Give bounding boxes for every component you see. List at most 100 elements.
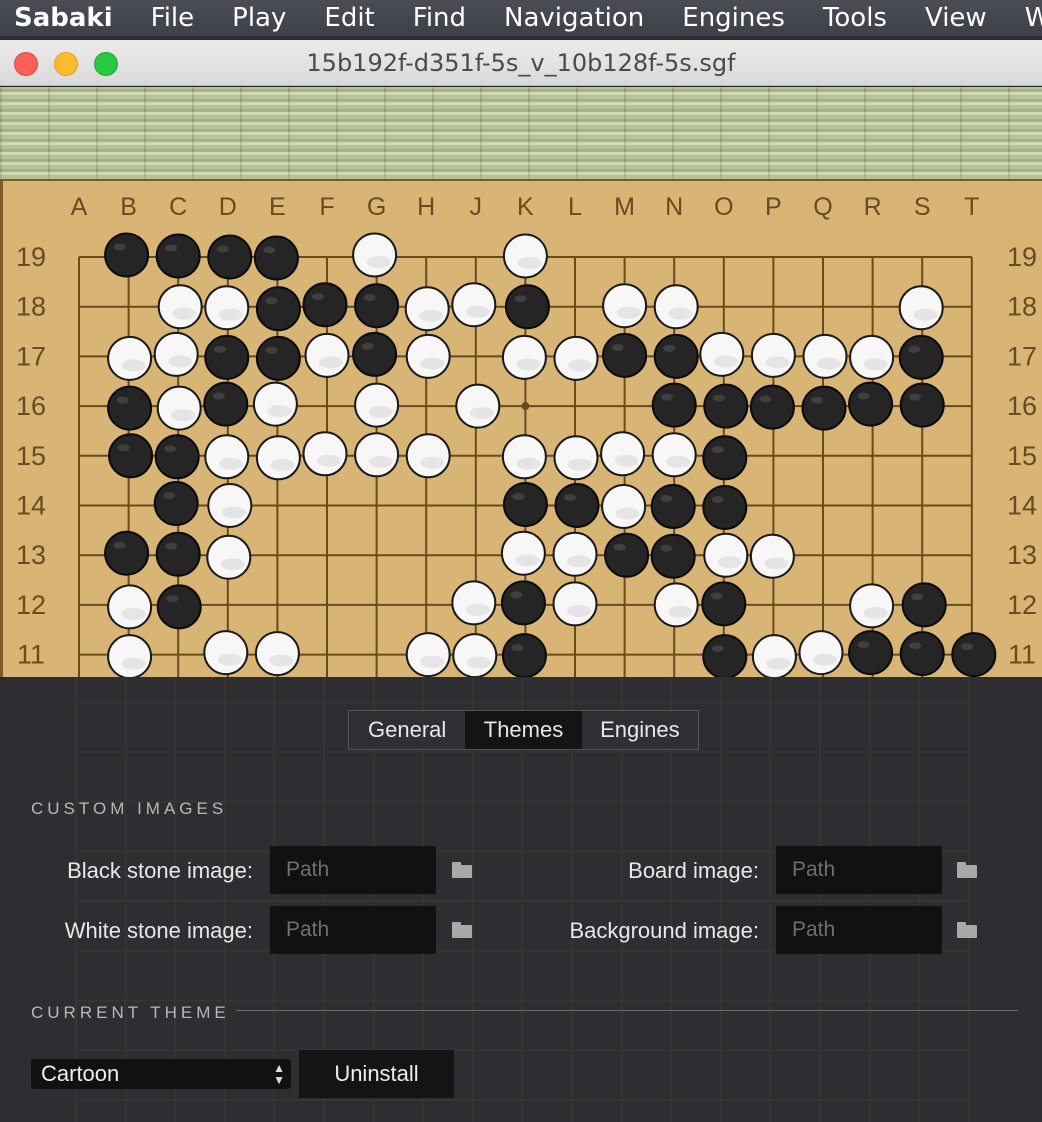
tab-themes[interactable]: Themes	[465, 711, 582, 749]
black-stone	[253, 235, 299, 281]
white-stone	[204, 285, 250, 331]
black-stone-highlight	[312, 293, 324, 301]
white-stone	[156, 385, 202, 431]
white-stone-shade	[220, 558, 245, 571]
black-stone	[203, 381, 249, 427]
menu-find[interactable]: Find	[413, 3, 466, 33]
row-label: 13	[16, 540, 46, 570]
white-stone-shade	[218, 457, 243, 470]
tab-general[interactable]: General	[349, 711, 465, 749]
black-stone	[154, 434, 200, 480]
row-label: 15	[16, 441, 46, 471]
column-label: S	[914, 193, 931, 221]
white-stone	[153, 331, 199, 377]
white-stone-shade	[615, 507, 640, 520]
black-stone-image-label: Black stone image:	[67, 858, 253, 883]
black-stone	[156, 584, 202, 630]
white-stone	[553, 435, 599, 481]
menu-view[interactable]: View	[925, 3, 987, 33]
column-label: D	[219, 193, 237, 221]
black-stone-folder-icon[interactable]	[452, 862, 472, 878]
black-stone-highlight	[216, 245, 229, 253]
white-stone-folder-icon[interactable]	[452, 922, 472, 938]
board-folder-icon[interactable]	[957, 862, 977, 878]
column-label: L	[568, 193, 582, 221]
column-label: P	[765, 193, 782, 221]
column-label: O	[714, 193, 733, 221]
white-stone-shade	[913, 308, 938, 321]
white-stone-shade	[368, 406, 393, 419]
white-stone-shade	[168, 355, 193, 368]
board-grid[interactable]: A B C D E F G H J K L M N O P Q R S T 19 19 18 18 17 17 16 16 15 15 1…	[3, 181, 1042, 677]
white-stone-shade	[269, 654, 294, 667]
menu-navigation[interactable]: Navigation	[504, 3, 644, 33]
white-stone	[802, 333, 848, 379]
theme-select[interactable]: Cartoon ▲ ▼	[31, 1059, 291, 1089]
column-label: M	[614, 193, 635, 221]
white-stone-shade	[817, 357, 841, 370]
white-stone-shade	[766, 657, 791, 670]
white-stone-shade	[568, 359, 592, 372]
black-stone	[702, 485, 748, 530]
board-image-input[interactable]	[776, 846, 942, 894]
row-label: 17	[1007, 341, 1037, 371]
background-image-input[interactable]	[776, 906, 942, 954]
black-stone-highlight	[711, 496, 724, 503]
column-label: B	[120, 193, 137, 221]
white-stone-shade	[517, 257, 542, 269]
column-label: C	[169, 193, 187, 221]
white-stone-image-input[interactable]	[270, 906, 436, 954]
go-board[interactable]: A B C D E F G H J K L M N O P Q R S T 19 19 18 18 17 17 16 16 15 15 1…	[0, 179, 1042, 677]
white-stone-shade	[567, 604, 591, 617]
app-menu[interactable]: Sabaki	[14, 3, 113, 33]
white-stone	[602, 283, 648, 329]
black-stone-highlight	[514, 295, 527, 303]
black-stone-highlight	[166, 595, 179, 603]
white-stone-shade	[616, 306, 641, 319]
white-stone	[451, 580, 497, 626]
tab-engines[interactable]: Engines	[582, 711, 698, 749]
black-stone-highlight	[663, 344, 676, 352]
menu-bar: Sabaki File Play Edit Find Navigation En…	[0, 0, 1042, 36]
black-stone	[602, 332, 648, 378]
black-stone	[701, 581, 747, 627]
uninstall-button[interactable]: Uninstall	[299, 1050, 454, 1098]
background-folder-icon[interactable]	[957, 922, 977, 938]
menu-play[interactable]: Play	[232, 3, 286, 33]
white-stone-shade	[465, 305, 490, 318]
row-label: 18	[16, 292, 46, 322]
menu-edit[interactable]: Edit	[324, 3, 374, 33]
menu-file[interactable]: File	[151, 3, 195, 33]
menu-tools[interactable]: Tools	[823, 3, 887, 33]
white-stone	[653, 582, 699, 628]
row-label: 18	[1007, 292, 1037, 322]
black-stone	[951, 632, 997, 677]
menu-window[interactable]: Wi	[1025, 3, 1042, 33]
white-stone-shade	[267, 405, 292, 418]
white-stone	[107, 335, 153, 381]
black-stone-highlight	[710, 592, 723, 600]
black-stone-highlight	[164, 445, 177, 453]
white-stone	[849, 334, 895, 380]
black-stone-image-input[interactable]	[270, 846, 436, 894]
white-stone-shade	[217, 653, 242, 666]
white-stone-shade	[419, 309, 444, 322]
white-stone-shade	[863, 358, 888, 371]
black-stone	[501, 633, 547, 677]
black-stone-highlight	[909, 393, 922, 401]
white-stone	[600, 431, 646, 477]
white-stone-image-label: White stone image:	[64, 918, 253, 943]
black-stone-highlight	[113, 243, 126, 251]
white-stone	[601, 484, 647, 529]
white-stone-shade	[221, 506, 246, 519]
row-label: 16	[16, 391, 46, 421]
menu-engines[interactable]: Engines	[682, 3, 785, 33]
white-stone	[552, 531, 598, 577]
black-stone	[153, 481, 199, 526]
black-stone	[702, 435, 748, 481]
white-stone-shade	[368, 455, 393, 468]
black-stone	[255, 286, 301, 332]
preferences-tabs: General Themes Engines	[348, 710, 699, 750]
black-stone	[801, 385, 847, 431]
black-stone	[848, 630, 894, 676]
